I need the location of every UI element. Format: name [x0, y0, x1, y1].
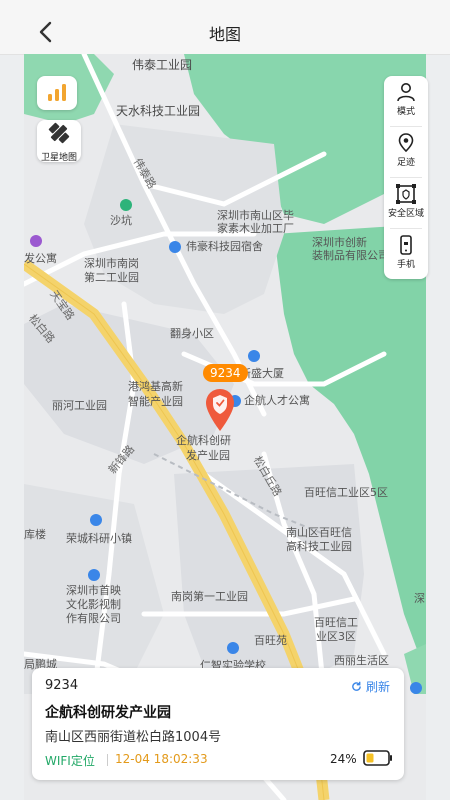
location-method: WIFI定位 — [45, 754, 95, 768]
map-label: 百旺信工业区5区 — [304, 486, 388, 499]
map-label: 企航科创研 — [176, 434, 231, 447]
address: 南山区西丽街道松白路1004号 — [45, 730, 222, 745]
safe-zone-label: 安全区域 — [387, 209, 424, 219]
track-button[interactable]: 足迹 — [384, 132, 428, 177]
map-label: 家素木业加工厂 — [217, 222, 294, 235]
map-label: 南岗第一工业园 — [171, 590, 248, 603]
place-name: 企航科创研发产业园 — [45, 705, 171, 721]
zone-icon — [396, 184, 416, 204]
map-label: 荣城科研小镇 — [66, 532, 132, 545]
map-label: 南山区百旺信 — [286, 526, 352, 539]
map-label: 西丽生活区 — [334, 654, 389, 667]
track-label: 足迹 — [396, 158, 415, 168]
mode-button[interactable]: 模式 — [384, 81, 428, 126]
map-label: 深 — [414, 592, 425, 605]
battery-icon — [363, 750, 392, 766]
device-marker-tag[interactable]: 9234 — [203, 364, 248, 382]
page-title: 地图 — [208, 25, 241, 44]
map-label: 发公寓 — [24, 252, 57, 265]
map-label: 深圳市南岗 — [84, 257, 139, 270]
battery-percent: 24% — [330, 752, 357, 766]
user-icon — [397, 83, 415, 102]
location-info-card: 9234 刷新 企航科创研发产业园 南山区西丽街道松白路1004号 WIFI定位… — [32, 668, 404, 780]
location-time: 12-04 18:02:33 — [115, 752, 208, 766]
poi-icon — [410, 682, 422, 694]
map-label: 港鸿基高新 — [128, 380, 183, 393]
map-label: 沙坑 — [110, 214, 132, 227]
refresh-button[interactable]: 刷新 — [351, 678, 390, 695]
map-label: 深圳市南山区毕 — [217, 209, 294, 222]
map-toolbar: 模式 足迹 安全区域 手机 — [384, 76, 428, 279]
refresh-icon — [352, 681, 361, 691]
satellite-icon — [48, 122, 70, 144]
xinshengda-poi-icon — [248, 350, 260, 362]
phone-button[interactable]: 手机 — [384, 234, 428, 279]
map-label: 百旺信工 — [314, 616, 358, 629]
map-label: 百旺苑 — [254, 634, 287, 647]
shouying-poi-icon — [88, 569, 100, 581]
map-label: 深圳市首映 — [66, 584, 121, 597]
location-pin-icon[interactable] — [204, 387, 236, 435]
weihao-poi-icon — [169, 241, 181, 253]
rongcheng-poi-icon — [90, 514, 102, 526]
status-bar — [0, 0, 450, 10]
phone-icon — [400, 235, 412, 255]
map-label: 库楼 — [24, 528, 46, 541]
mode-label: 模式 — [396, 107, 415, 117]
map-label: 装制品有限公司 — [312, 249, 389, 262]
map-label: 第二工业园 — [84, 271, 139, 284]
map-label: 深圳市创新 — [312, 236, 367, 249]
shakeng-poi-icon — [120, 199, 132, 211]
map-label: 企航人才公寓 — [244, 394, 310, 407]
map-label: 作有限公司 — [66, 612, 121, 625]
map-label: 伟豪科技园宿舍 — [186, 240, 263, 253]
divider — [107, 754, 108, 766]
map-label: 高科技工业园 — [286, 540, 352, 553]
map-label: 智能产业园 — [128, 395, 183, 408]
satellite-map-button[interactable]: 卫星地图 — [37, 120, 81, 163]
map-label: 伟泰工业园 — [132, 58, 193, 72]
map-label: 文化影视制 — [66, 598, 121, 611]
device-name: 9234 — [45, 678, 79, 693]
apartment-poi-icon — [30, 235, 42, 247]
map-label: 丽河工业园 — [52, 399, 107, 412]
footprint-pin-icon — [398, 133, 414, 153]
map-label: 翻身小区 — [170, 327, 214, 340]
phone-label: 手机 — [396, 260, 415, 270]
safe-zone-button[interactable]: 安全区域 — [384, 183, 428, 228]
satellite-map-label: 卫星地图 — [40, 153, 77, 163]
map-label: 天水科技工业园 — [116, 104, 201, 118]
school-poi-icon — [227, 642, 239, 654]
map-label: 发产业园 — [186, 449, 230, 462]
signal-button[interactable] — [37, 76, 77, 110]
refresh-label: 刷新 — [365, 680, 390, 694]
map-label: 业区3区 — [316, 630, 356, 643]
signal-bars-icon — [48, 84, 66, 101]
nav-bar: 地图 — [0, 10, 450, 55]
